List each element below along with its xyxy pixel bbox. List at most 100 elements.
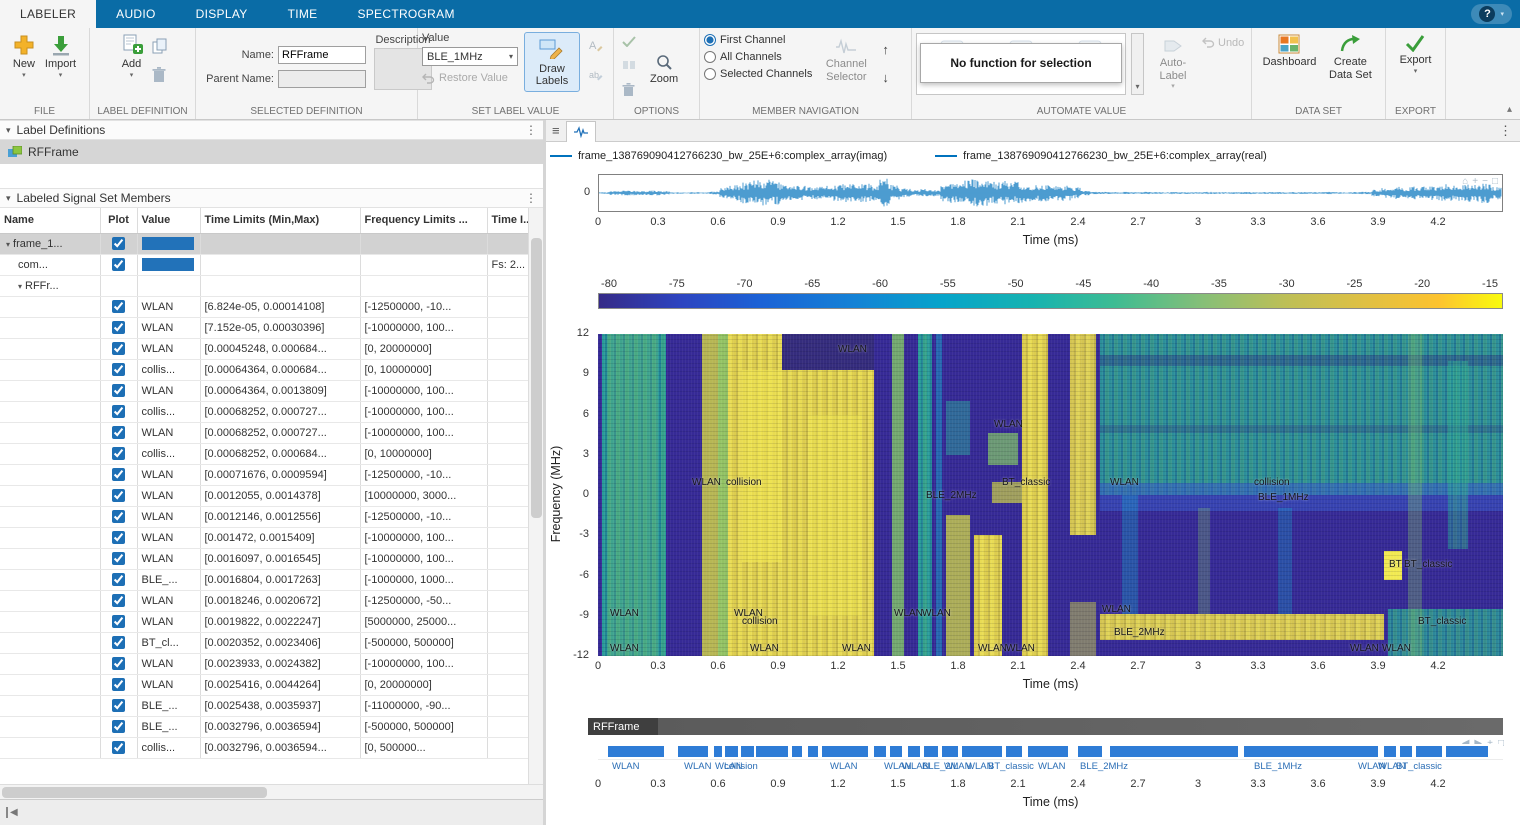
label-strip[interactable]: [598, 744, 1503, 760]
new-button[interactable]: New ▾: [9, 30, 39, 80]
zoom-in-icon[interactable]: +: [1472, 176, 1478, 187]
plot-checkbox[interactable]: [112, 258, 125, 271]
signal-region-label[interactable]: collision: [742, 616, 778, 627]
all-channels-radio[interactable]: All Channels: [704, 51, 812, 63]
member-row[interactable]: WLAN[0.0019822, 0.0022247][5000000, 2500…: [0, 611, 528, 632]
members-header[interactable]: ▾ Labeled Signal Set Members ⋮: [0, 188, 543, 208]
label-definitions-header[interactable]: ▾ Label Definitions ⋮: [0, 120, 543, 140]
merge-labels-button[interactable]: [620, 57, 638, 76]
duplicate-definition-button[interactable]: [150, 36, 170, 59]
member-row[interactable]: WLAN[0.0018246, 0.0020672][-12500000, -5…: [0, 590, 528, 611]
tab-display[interactable]: DISPLAY: [176, 0, 268, 28]
expander-icon[interactable]: ▾: [18, 282, 22, 291]
signal-region-label[interactable]: WLAN: [1006, 643, 1035, 654]
spectrogram[interactable]: WLANcollisionWLANWLANBLE_2MHzBT_classicW…: [598, 334, 1503, 656]
name-input[interactable]: [278, 46, 366, 64]
panel-menu-icon[interactable]: ⋮: [525, 191, 537, 205]
label-segment[interactable]: [1078, 746, 1102, 757]
signal-region-label[interactable]: WLAN: [692, 477, 721, 488]
plot-checkbox[interactable]: [112, 300, 125, 313]
member-row[interactable]: WLAN[0.0023933, 0.0024382][-10000000, 10…: [0, 653, 528, 674]
plot-checkbox[interactable]: [112, 405, 125, 418]
member-row[interactable]: com...Fs: 2...: [0, 254, 528, 275]
plot-checkbox[interactable]: [112, 594, 125, 607]
label-segment[interactable]: [890, 746, 902, 757]
plot-checkbox[interactable]: [112, 552, 125, 565]
signal-region-label[interactable]: WLAN: [922, 608, 951, 619]
tab-spectrogram[interactable]: SPECTROGRAM: [337, 0, 474, 28]
collapse-triangle-icon[interactable]: ▾: [6, 193, 11, 204]
member-row[interactable]: WLAN[0.001472, 0.0015409][-10000000, 100…: [0, 527, 528, 548]
plot-checkbox[interactable]: [112, 699, 125, 712]
member-row[interactable]: collis...[0.00064364, 0.000684...[0, 100…: [0, 359, 528, 380]
label-segment[interactable]: [808, 746, 818, 757]
signal-region-label[interactable]: WLAN: [978, 643, 1007, 654]
definition-row-rfframe[interactable]: RFFrame: [0, 140, 543, 164]
label-segment[interactable]: [741, 746, 754, 757]
label-segment[interactable]: [942, 746, 958, 757]
label-segment[interactable]: [908, 746, 920, 757]
signal-region-label[interactable]: WLAN: [894, 608, 923, 619]
label-segment[interactable]: [924, 746, 938, 757]
signal-region-label[interactable]: collision: [1254, 477, 1290, 488]
column-header[interactable]: Name: [0, 208, 100, 233]
member-row[interactable]: WLAN[6.824e-05, 0.00014108][-12500000, -…: [0, 296, 528, 317]
label-segment[interactable]: [792, 746, 802, 757]
scrollbar-thumb[interactable]: [2, 787, 267, 798]
label-segment[interactable]: [822, 746, 868, 757]
signal-region-label[interactable]: WLAN: [750, 643, 779, 654]
signal-region-label[interactable]: WLAN: [994, 419, 1023, 430]
zoom-out-icon[interactable]: −: [1482, 176, 1488, 187]
collapse-triangle-icon[interactable]: ▾: [6, 125, 11, 136]
plot-checkbox[interactable]: [112, 321, 125, 334]
tab-audio[interactable]: AUDIO: [96, 0, 176, 28]
member-row[interactable]: WLAN[0.00045248, 0.000684...[0, 20000000…: [0, 338, 528, 359]
tab-labeler[interactable]: LABELER: [0, 0, 96, 28]
plot-checkbox[interactable]: [112, 363, 125, 376]
member-row[interactable]: BLE_...[0.0025438, 0.0035937][-11000000,…: [0, 695, 528, 716]
label-segment[interactable]: [1028, 746, 1068, 757]
label-segment[interactable]: [1400, 746, 1412, 757]
plot-checkbox[interactable]: [112, 531, 125, 544]
collapse-ribbon-button[interactable]: ▴: [1507, 104, 1512, 115]
plot-checkbox[interactable]: [112, 384, 125, 397]
plot-checkbox[interactable]: [112, 636, 125, 649]
plot-checkbox[interactable]: [112, 489, 125, 502]
signal-region-label[interactable]: collision: [726, 477, 762, 488]
channel-selector-button[interactable]: Channel Selector: [818, 34, 874, 87]
auto-label-button[interactable]: Auto-Label ▾: [1149, 33, 1197, 95]
home-icon[interactable]: ⌂: [1462, 176, 1468, 187]
plot-checkbox[interactable]: [112, 447, 125, 460]
signal-region-label[interactable]: WLAN: [838, 344, 867, 355]
member-row[interactable]: WLAN[0.0012055, 0.0014378][10000000, 300…: [0, 485, 528, 506]
signal-region-label[interactable]: BLE_1MHz: [1258, 492, 1309, 503]
signal-region-label[interactable]: WLAN: [610, 608, 639, 619]
draw-labels-button[interactable]: Draw Labels: [524, 32, 580, 92]
member-row[interactable]: WLAN[0.00068252, 0.000727...[-10000000, …: [0, 422, 528, 443]
label-segment[interactable]: [756, 746, 788, 757]
create-data-set-button[interactable]: Create Data Set: [1322, 30, 1378, 81]
member-row[interactable]: BT_cl...[0.0020352, 0.0023406][-500000, …: [0, 632, 528, 653]
plot-checkbox[interactable]: [112, 720, 125, 733]
label-segment[interactable]: [608, 746, 664, 757]
panel-menu-icon[interactable]: ⋮: [525, 123, 537, 137]
member-row[interactable]: ▾RFFr...: [0, 275, 528, 296]
delete-definition-button[interactable]: [150, 65, 170, 88]
signal-region-label[interactable]: BLE_2MHz: [1114, 627, 1165, 638]
label-segment[interactable]: [1384, 746, 1396, 757]
label-segment[interactable]: [962, 746, 1002, 757]
signal-region-label[interactable]: WLAN: [1110, 477, 1139, 488]
expander-icon[interactable]: ▾: [6, 240, 10, 249]
member-row[interactable]: BLE_...[0.0032796, 0.0036594][-500000, 5…: [0, 716, 528, 737]
delete-label-button[interactable]: [620, 81, 638, 102]
plot-checkbox[interactable]: [112, 741, 125, 754]
export-button[interactable]: Export ▾: [1396, 30, 1436, 76]
plot-checkbox[interactable]: [112, 615, 125, 628]
import-button[interactable]: Import ▾: [41, 30, 80, 80]
signal-region-label[interactable]: WLAN: [1382, 643, 1411, 654]
label-segment[interactable]: [714, 746, 722, 757]
plot-checkbox[interactable]: [112, 468, 125, 481]
member-row[interactable]: collis...[0.00068252, 0.000684...[0, 100…: [0, 443, 528, 464]
label-value-display-button[interactable]: ab: [586, 65, 605, 86]
label-segment[interactable]: [678, 746, 708, 757]
